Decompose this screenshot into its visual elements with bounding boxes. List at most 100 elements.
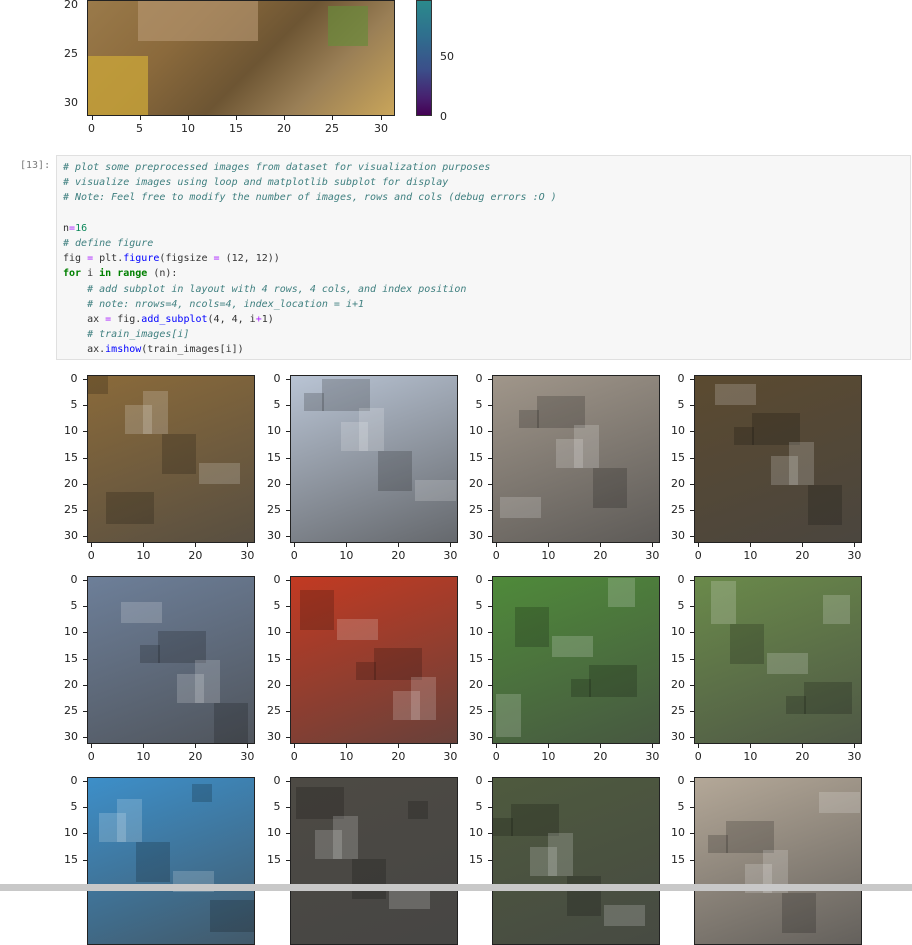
xtick-label: 20 [795,750,810,763]
xtick-label: 20 [188,750,203,763]
xtick-mark [750,543,751,547]
pixel-block [359,408,384,451]
pixel-block [593,468,627,508]
ytick-label: 0 [677,774,685,787]
xtick-label: 10 [541,549,556,562]
ytick-label: 20 [64,476,78,490]
ytick-label: 10 [267,826,281,840]
horizontal-scrollbar[interactable] [0,884,912,891]
xtick-label: 0 [694,549,702,562]
ytick-mark [488,833,492,835]
ytick-label: 5 [70,800,78,814]
pixel-block [333,816,358,859]
top-xtick-label: 20 [277,122,291,135]
ytick-label: 10 [267,424,281,438]
ytick-mark [690,405,694,407]
ytick-label: 15 [267,852,281,866]
top-xtick-mark [332,116,333,120]
xtick-mark [91,543,92,547]
pixel-block [574,425,599,468]
xtick-label: 0 [492,549,500,562]
ytick-mark [488,859,492,861]
code-cell[interactable]: # plot some preprocessed images from dat… [56,155,911,360]
xtick-mark [698,543,699,547]
ytick-label: 0 [273,372,281,385]
xtick-label: 10 [136,549,151,562]
pixel-block [515,607,549,647]
ytick-label: 10 [64,826,78,840]
thumbnail-bird [492,576,660,744]
pixel-block [140,645,160,663]
ytick-label: 0 [475,774,483,787]
pixel-block [415,480,456,501]
ytick-label: 30 [671,730,685,744]
xtick-mark [143,543,144,547]
ytick-mark [286,859,290,861]
ytick-mark [286,510,290,511]
code-line: ax = fig.add_subplot(4, 4, i+1) [63,314,274,325]
xtick-label: 0 [492,750,500,763]
pixel-block [121,602,162,623]
top-xtick-label: 30 [374,122,388,135]
code-line: # train_images[i] [63,329,190,341]
ytick-mark [83,859,87,861]
ytick-label: 0 [677,372,685,385]
top-xtick-mark [284,116,285,120]
xtick-label: 10 [743,549,758,562]
xtick-label: 30 [847,750,862,763]
ytick-mark [690,684,694,686]
ytick-mark [488,483,492,485]
ytick-mark [488,457,492,459]
ytick-mark [286,658,290,660]
xtick-mark [750,744,751,748]
ytick-mark [83,483,87,485]
code-line: # Note: Feel free to modify the number o… [63,192,557,204]
ytick-label: 25 [267,704,281,717]
xtick-mark [247,744,248,748]
thumbnail-ship [87,777,255,945]
xtick-label: 20 [795,549,810,562]
ytick-label: 15 [469,852,483,866]
ytick-label: 10 [671,424,685,438]
top-ytick-20: 20 [64,0,78,11]
pixel-block [322,379,370,411]
ytick-mark [83,405,87,407]
ytick-label: 10 [267,625,281,639]
thumbnail-truck [290,375,458,543]
xtick-label: 30 [443,750,458,763]
ytick-mark [83,833,87,835]
pixel-block [493,818,513,836]
xtick-mark [600,543,601,547]
xtick-mark [548,543,549,547]
pixel-block [789,442,814,485]
ytick-label: 5 [273,398,281,412]
code-line: # visualize images using loop and matplo… [63,177,449,189]
xtick-label: 20 [391,750,406,763]
xtick-mark [450,744,451,748]
ytick-mark [83,737,87,739]
pixel-block [752,413,800,445]
ytick-mark [690,833,694,835]
pixel-block [296,787,344,819]
ytick-mark [83,632,87,634]
xtick-label: 30 [443,549,458,562]
pixel-block [411,677,436,720]
ytick-label: 20 [469,476,483,490]
ytick-mark [690,457,694,459]
ytick-mark [488,431,492,433]
ytick-label: 0 [273,573,281,586]
ytick-mark [690,606,694,608]
ytick-mark [286,405,290,407]
ytick-label: 10 [671,625,685,639]
xtick-label: 20 [188,549,203,562]
ytick-mark [83,658,87,660]
ytick-label: 15 [671,450,685,464]
thumbnail-horse-rider [694,777,862,945]
ytick-mark [690,781,694,782]
ytick-mark [488,737,492,739]
xtick-mark [698,744,699,748]
ytick-mark [286,580,290,581]
code-line: # add subplot in layout with 4 rows, 4 c… [63,283,467,295]
ytick-label: 25 [64,704,78,717]
xtick-label: 20 [593,750,608,763]
